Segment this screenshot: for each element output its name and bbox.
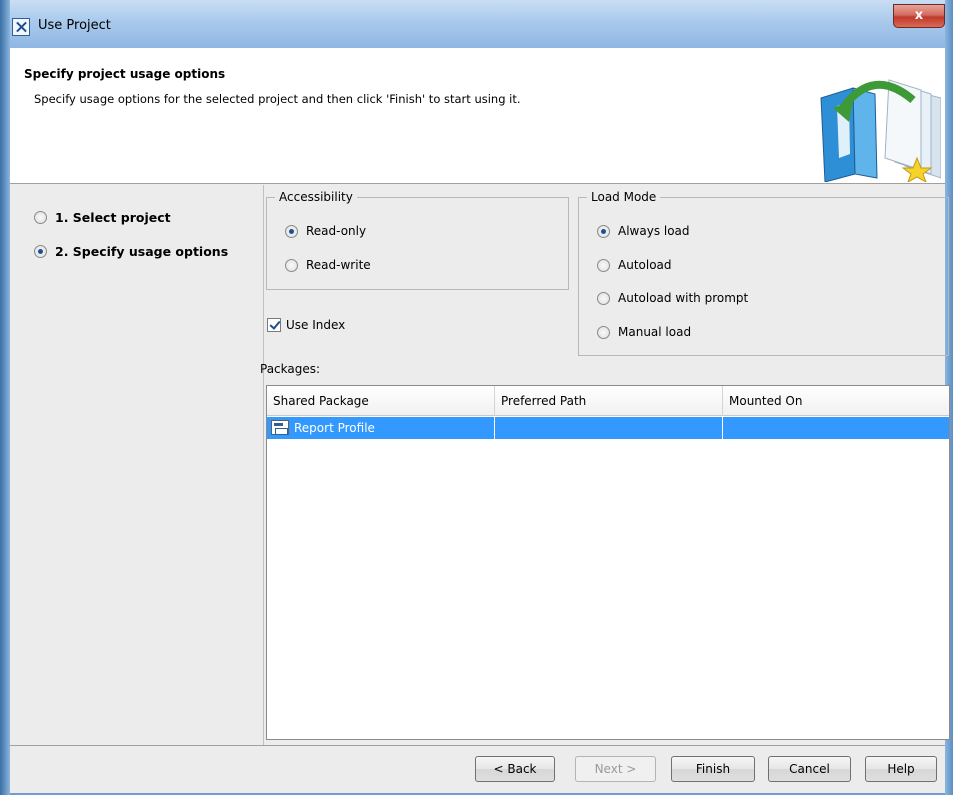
packages-label: Packages: (260, 362, 321, 376)
table-header: Shared Package Preferred Path Mounted On (267, 386, 949, 416)
use-index-checkbox[interactable] (267, 318, 281, 332)
load-mode-legend: Load Mode (587, 190, 661, 204)
shared-package-name: Report Profile (294, 421, 375, 435)
title-bar[interactable]: Use Project x (0, 0, 953, 48)
header-description: Specify usage options for the selected p… (34, 92, 521, 106)
load-mode-group: Load Mode Always load Autoload Autoload … (578, 190, 949, 356)
manual-load-label: Manual load (618, 325, 692, 339)
close-button[interactable]: x (893, 4, 945, 28)
cell-preferred-path[interactable] (495, 417, 723, 439)
autoload-with-prompt-option[interactable]: Autoload with prompt (597, 291, 748, 305)
cancel-button[interactable]: Cancel (768, 756, 851, 782)
autoload-option[interactable]: Autoload (597, 258, 672, 272)
accessibility-legend: Accessibility (275, 190, 357, 204)
next-button[interactable]: Next > (575, 756, 656, 782)
read-only-radio[interactable] (285, 224, 298, 238)
back-button[interactable]: < Back (475, 756, 555, 782)
read-only-option[interactable]: Read-only (285, 224, 366, 238)
cell-mounted-on[interactable] (723, 417, 949, 439)
finish-button[interactable]: Finish (671, 756, 755, 782)
manual-load-radio[interactable] (597, 325, 610, 339)
use-index-label: Use Index (286, 318, 346, 332)
autoload-with-prompt-radio[interactable] (597, 291, 610, 305)
step-radio[interactable] (34, 210, 47, 224)
button-bar: < Back Next > Finish Cancel Help (10, 745, 945, 793)
autoload-label: Autoload (618, 258, 672, 272)
table-row[interactable]: Report Profile (267, 417, 949, 439)
app-icon (12, 18, 30, 36)
use-index-option[interactable]: Use Index (267, 318, 345, 332)
step-label: 2. Specify usage options (55, 243, 229, 259)
always-load-label: Always load (618, 224, 690, 238)
wizard-header: Specify project usage options Specify us… (10, 48, 945, 184)
pane-divider (263, 185, 264, 745)
wizard-project-icon (820, 79, 941, 182)
always-load-option[interactable]: Always load (597, 224, 690, 238)
read-write-label: Read-write (306, 258, 371, 272)
accessibility-group: Accessibility Read-only Read-write (266, 190, 569, 290)
step-select-project[interactable]: 1. Select project (34, 207, 171, 227)
step-label: 1. Select project (55, 209, 171, 225)
dialog-content: Specify project usage options Specify us… (10, 48, 950, 793)
autoload-with-prompt-label: Autoload with prompt (618, 291, 749, 305)
wizard-steps: 1. Select project 2. Specify usage optio… (10, 185, 263, 745)
packages-table[interactable]: Shared Package Preferred Path Mounted On… (266, 385, 950, 740)
read-only-label: Read-only (306, 224, 367, 238)
read-write-option[interactable]: Read-write (285, 258, 371, 272)
manual-load-option[interactable]: Manual load (597, 325, 691, 339)
step-specify-usage-options[interactable]: 2. Specify usage options (34, 241, 228, 261)
help-button[interactable]: Help (865, 756, 937, 782)
cell-shared-package[interactable]: Report Profile (267, 417, 495, 439)
window-frame-left (0, 0, 10, 795)
read-write-radio[interactable] (285, 258, 298, 272)
autoload-radio[interactable] (597, 258, 610, 272)
column-header-preferred-path[interactable]: Preferred Path (495, 386, 723, 416)
column-header-shared-package[interactable]: Shared Package (267, 386, 495, 416)
step-radio[interactable] (34, 244, 47, 258)
use-project-dialog: Use Project x Specify project usage opti… (0, 0, 953, 795)
header-title: Specify project usage options (24, 67, 226, 81)
column-header-mounted-on[interactable]: Mounted On (723, 386, 949, 416)
always-load-radio[interactable] (597, 224, 610, 238)
package-icon (271, 420, 289, 435)
window-title: Use Project (38, 18, 111, 33)
